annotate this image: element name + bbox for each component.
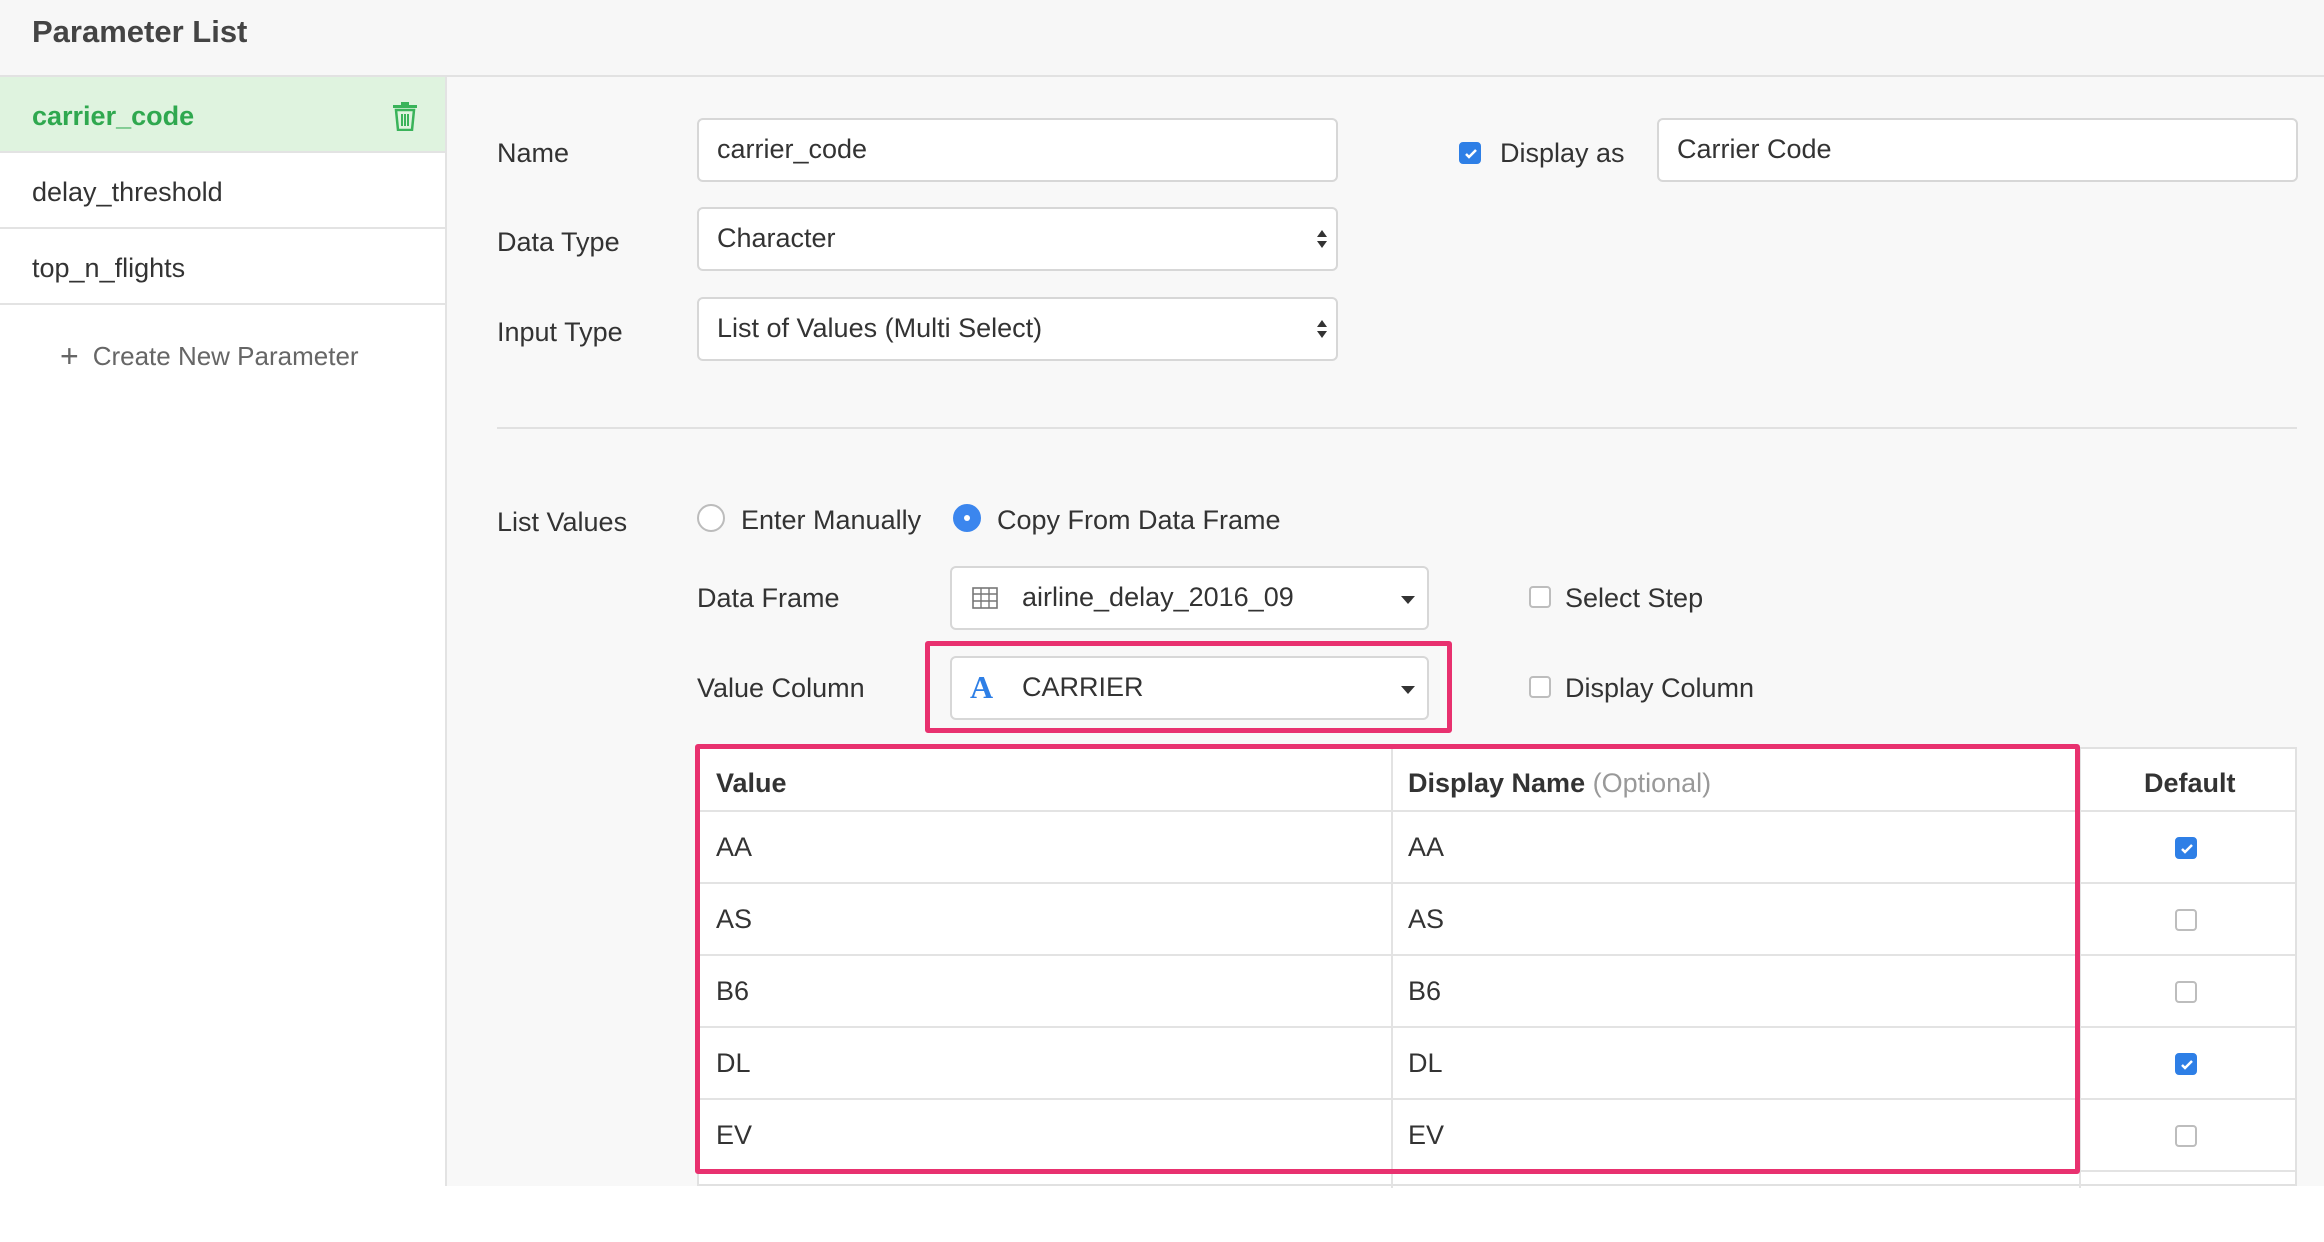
parameter-sidebar: carrier_code delay_threshold top_n_fligh… <box>0 77 447 1186</box>
enter-manually-label: Enter Manually <box>741 505 922 535</box>
default-checkbox[interactable] <box>2175 1053 2197 1075</box>
data-frame-value: airline_delay_2016_09 <box>1022 582 1294 612</box>
input-type-label: Input Type <box>497 317 623 347</box>
table-highlight <box>695 744 2080 1174</box>
data-type-select[interactable]: Character <box>697 207 1338 271</box>
section-divider <box>497 427 2297 429</box>
sidebar-item-top-n-flights[interactable]: top_n_flights <box>0 229 445 305</box>
data-type-value: Character <box>717 223 836 253</box>
list-values-label: List Values <box>497 507 628 537</box>
display-as-checkbox[interactable] <box>1459 142 1481 164</box>
sidebar-item-carrier-code[interactable]: carrier_code <box>0 77 445 153</box>
select-step-label: Select Step <box>1565 583 1704 613</box>
data-frame-select[interactable]: airline_delay_2016_09 <box>950 566 1429 630</box>
table-icon <box>972 587 998 609</box>
name-input[interactable]: carrier_code <box>697 118 1338 182</box>
header-default: Default <box>2144 768 2236 798</box>
check-icon <box>2181 1060 2193 1070</box>
copy-from-data-frame-radio[interactable] <box>953 504 981 532</box>
chevron-down-icon <box>1401 596 1415 604</box>
display-column-checkbox[interactable] <box>1529 676 1551 698</box>
create-new-parameter-label: Create New Parameter <box>92 341 359 371</box>
display-as-input[interactable]: Carrier Code <box>1657 118 2298 182</box>
check-icon <box>2181 844 2193 854</box>
trash-icon[interactable] <box>391 101 419 131</box>
enter-manually-radio[interactable] <box>697 504 725 532</box>
select-arrows-icon <box>1317 230 1327 248</box>
value-column-label: Value Column <box>697 673 865 703</box>
default-checkbox[interactable] <box>2175 981 2197 1003</box>
check-icon <box>1465 149 1477 159</box>
input-type-select[interactable]: List of Values (Multi Select) <box>697 297 1338 361</box>
value-column-highlight <box>925 641 1452 733</box>
default-checkbox[interactable] <box>2175 909 2197 931</box>
page-title: Parameter List <box>32 14 248 49</box>
sidebar-item-label: carrier_code <box>32 101 195 131</box>
select-step-checkbox[interactable] <box>1529 586 1551 608</box>
input-type-value: List of Values (Multi Select) <box>717 313 1043 343</box>
name-label: Name <box>497 138 570 168</box>
data-frame-label: Data Frame <box>697 583 840 613</box>
table-row <box>699 1170 2295 1242</box>
select-arrows-icon <box>1317 320 1327 338</box>
create-new-parameter-button[interactable]: + Create New Parameter <box>60 336 359 374</box>
default-checkbox[interactable] <box>2175 1125 2197 1147</box>
default-checkbox[interactable] <box>2175 837 2197 859</box>
display-column-label: Display Column <box>1565 673 1755 703</box>
sidebar-item-label: top_n_flights <box>32 253 186 283</box>
display-as-label: Display as <box>1500 138 1625 168</box>
copy-from-data-frame-label: Copy From Data Frame <box>997 505 1281 535</box>
page-header: Parameter List <box>0 0 2324 77</box>
sidebar-item-label: delay_threshold <box>32 177 223 207</box>
sidebar-item-delay-threshold[interactable]: delay_threshold <box>0 153 445 229</box>
plus-icon: + <box>60 338 79 374</box>
data-type-label: Data Type <box>497 227 620 257</box>
